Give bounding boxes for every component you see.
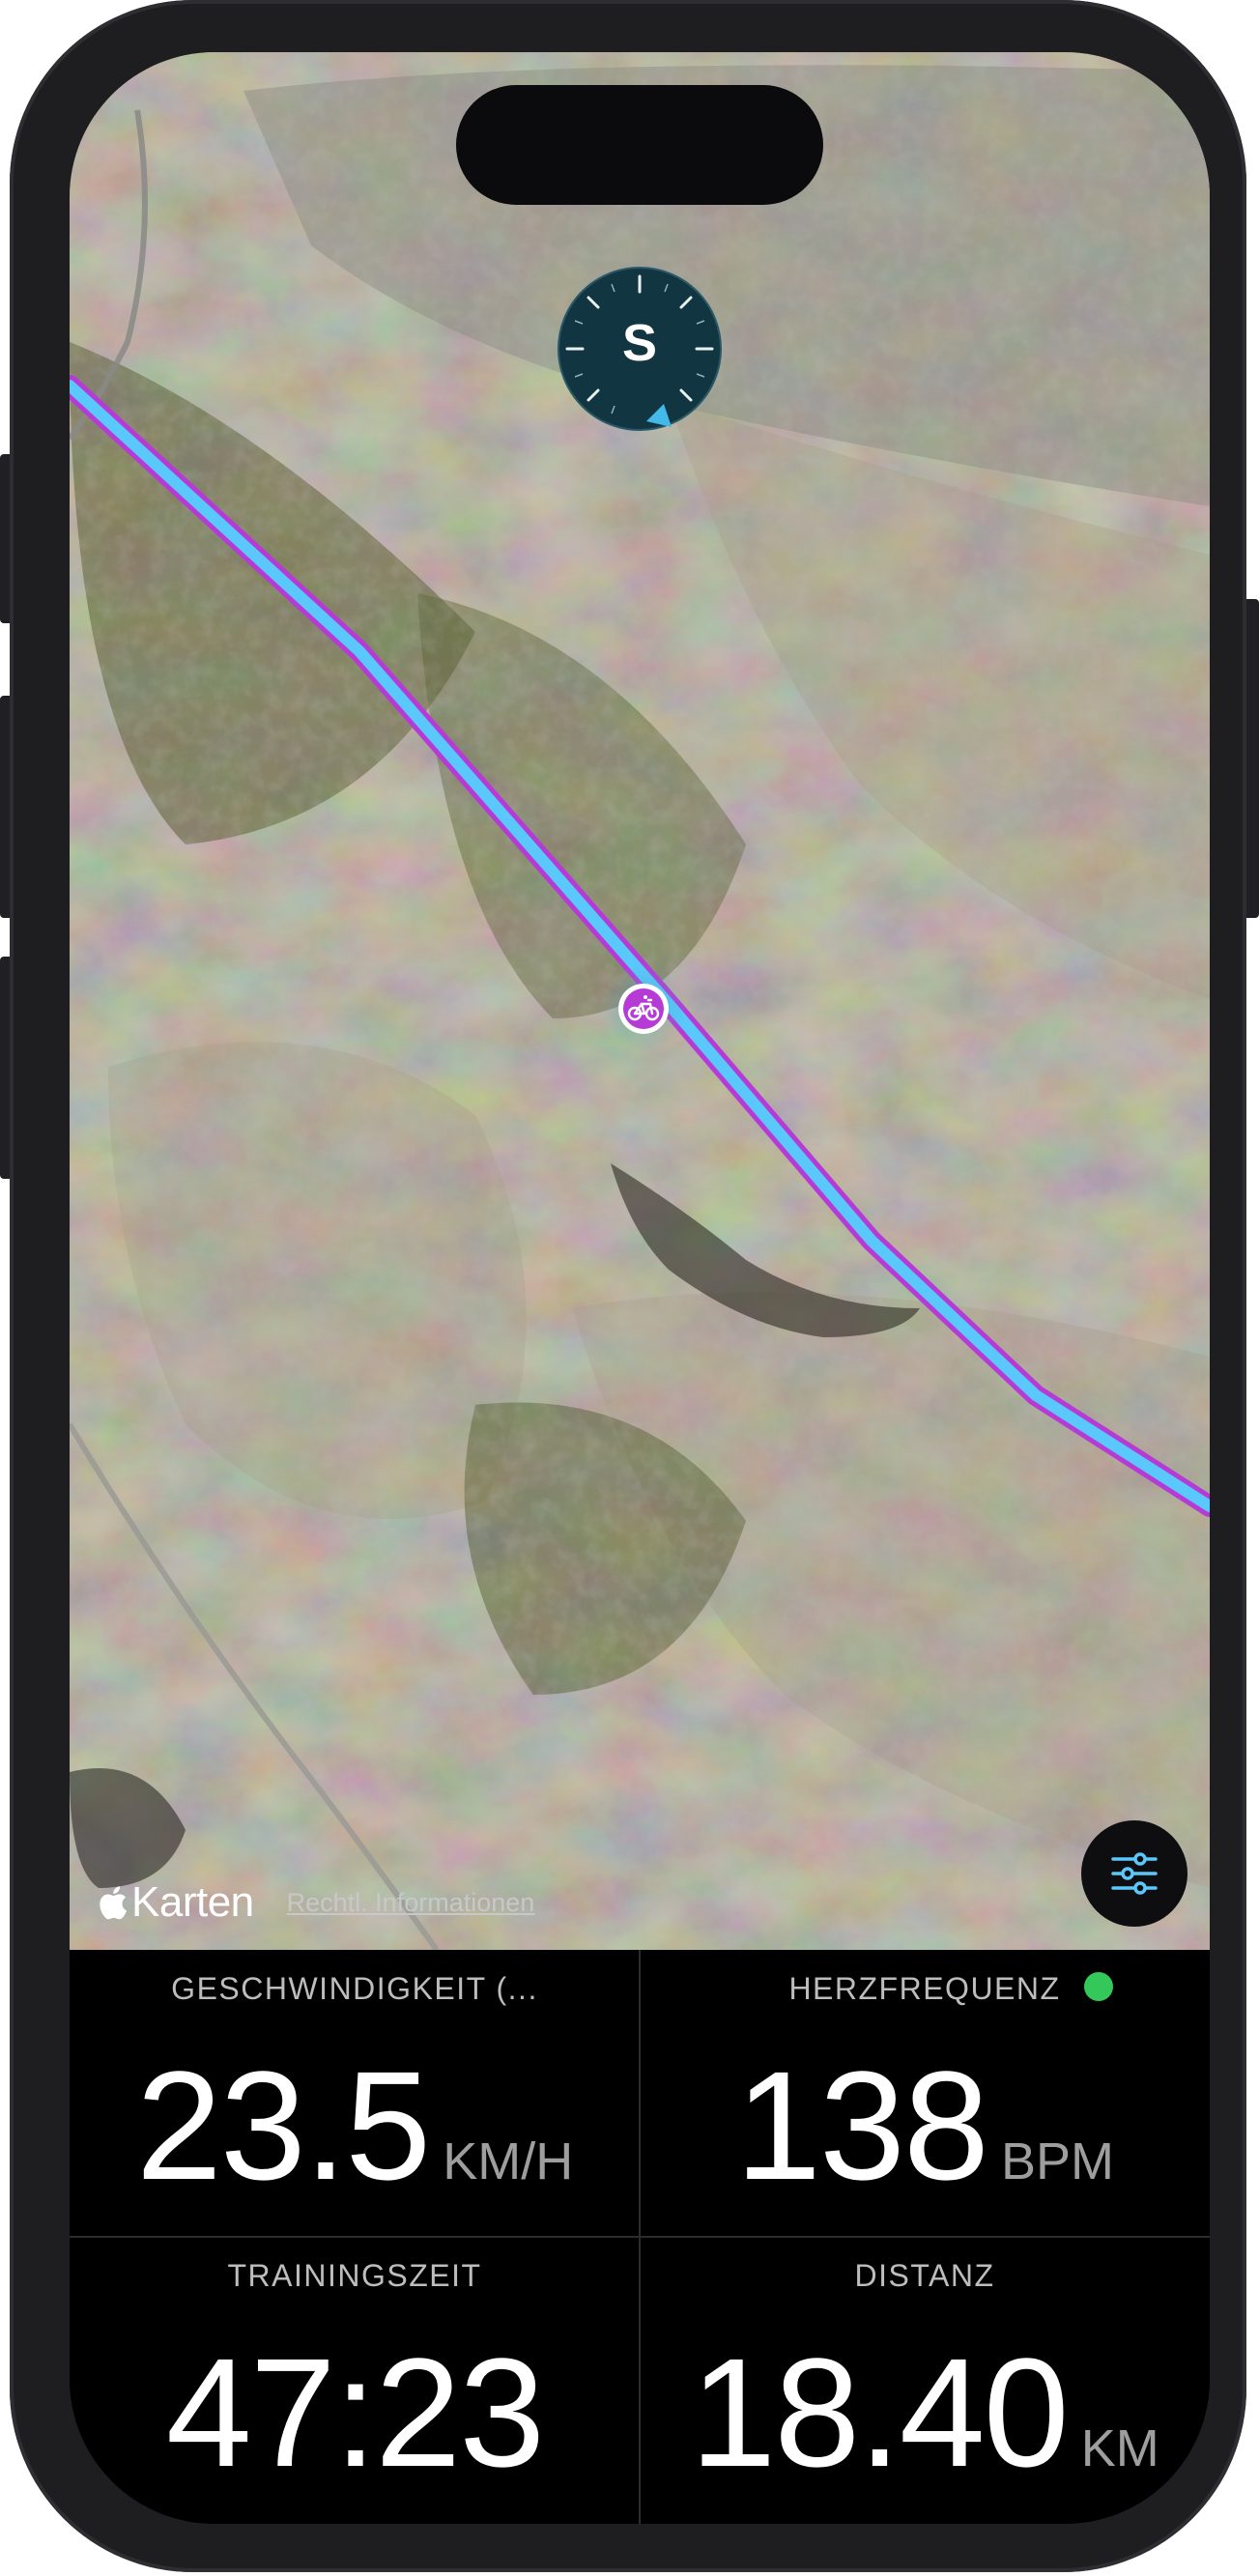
- metric-unit: KM/H: [443, 2132, 574, 2190]
- dynamic-island: [456, 85, 823, 205]
- apple-logo-icon: [100, 1886, 128, 1920]
- metric-value: 23.5: [135, 2039, 431, 2212]
- metric-label: GESCHWINDIGKEIT (...: [171, 1971, 538, 2006]
- metric-distance[interactable]: DISTANZ 18.40 KM: [640, 2237, 1210, 2524]
- map-settings-button[interactable]: [1081, 1820, 1187, 1927]
- side-button-power: [1246, 599, 1259, 918]
- metric-label: HERZFREQUENZ: [788, 1971, 1061, 2006]
- metric-unit: KM: [1080, 2419, 1159, 2477]
- current-location-marker: [600, 965, 687, 1052]
- metric-label: DISTANZ: [854, 2258, 995, 2293]
- metric-heart-rate[interactable]: HERZFREQUENZ 138 BPM: [640, 1950, 1210, 2237]
- metric-label: TRAININGSZEIT: [227, 2258, 482, 2293]
- metric-unit: BPM: [1000, 2132, 1114, 2190]
- sliders-icon: [1111, 1852, 1158, 1895]
- metric-value: 47:23: [165, 2326, 545, 2499]
- screen: S Karten Rechtl. Informationen GESCHWIND…: [70, 52, 1210, 2524]
- maps-logo: Karten: [99, 1878, 254, 1927]
- heart-rate-sensor-status-dot: [1084, 1972, 1113, 2001]
- compass-letter: S: [621, 314, 658, 372]
- legal-information-link[interactable]: Rechtl. Informationen: [287, 1888, 535, 1918]
- map-attribution: Karten Rechtl. Informationen: [99, 1878, 534, 1927]
- metric-value: 18.40: [690, 2326, 1069, 2499]
- map-view[interactable]: S Karten Rechtl. Informationen: [70, 52, 1210, 1950]
- workout-metrics: GESCHWINDIGKEIT (... 23.5 KM/H HERZFREQUE…: [70, 1950, 1210, 2524]
- metric-workout-time[interactable]: TRAININGSZEIT 47:23: [70, 2237, 640, 2524]
- metric-value: 138: [735, 2039, 989, 2212]
- phone-frame: S Karten Rechtl. Informationen GESCHWIND…: [10, 0, 1246, 2572]
- metric-speed[interactable]: GESCHWINDIGKEIT (... 23.5 KM/H: [70, 1950, 640, 2237]
- maps-brand-label: Karten: [131, 1878, 254, 1926]
- compass-button[interactable]: S: [558, 267, 722, 431]
